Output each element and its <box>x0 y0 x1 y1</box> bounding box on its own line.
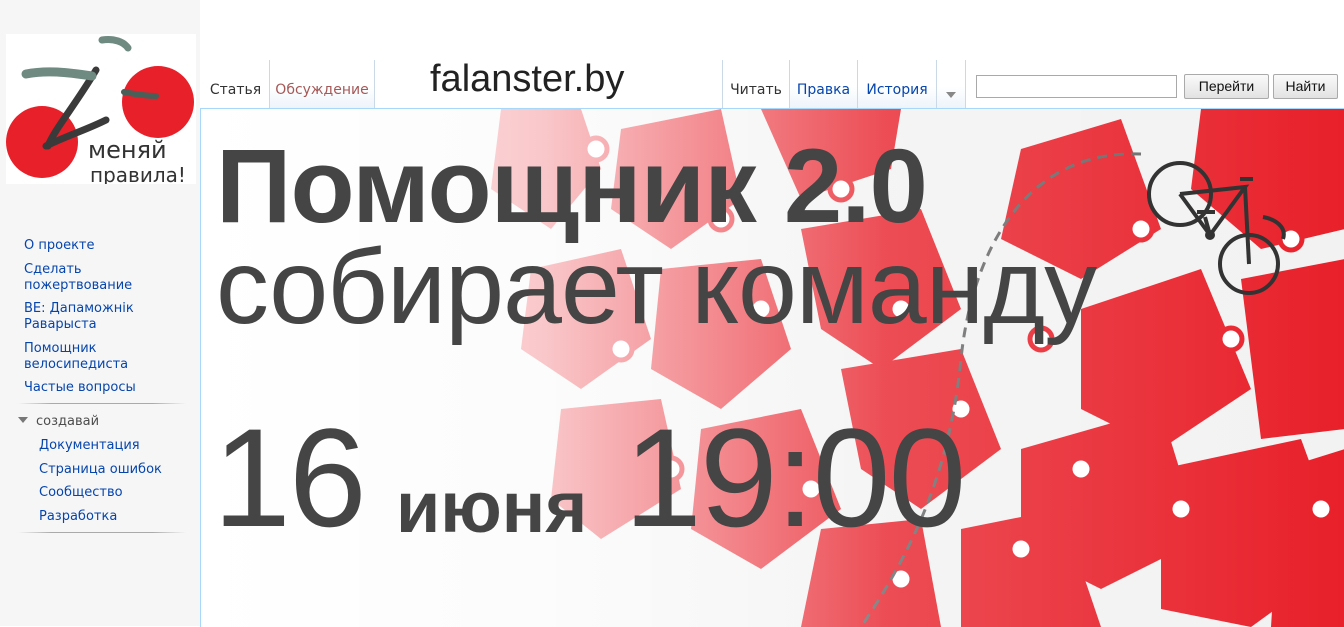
banner-time: 19:00 <box>624 399 966 556</box>
tab-history[interactable]: История <box>858 60 937 108</box>
sidebar-section-label: создавай <box>36 414 100 429</box>
tab-more-dropdown[interactable] <box>937 60 966 108</box>
sidebar-item-about[interactable]: О проекте <box>24 238 95 254</box>
bicycle-icon <box>1147 161 1286 295</box>
logo-graphic: меняй правила! <box>6 36 194 187</box>
tab-history-label: История <box>866 82 928 98</box>
tab-edit-label: Правка <box>796 82 851 98</box>
collapse-triangle-icon <box>18 417 28 423</box>
go-button[interactable]: Перейти <box>1184 74 1269 99</box>
sidebar-section-create[interactable]: создавай <box>18 414 99 429</box>
banner-title-line2: собирает команду <box>216 228 1097 346</box>
site-title[interactable]: falanster.by <box>430 58 624 101</box>
tab-read[interactable]: Читать <box>722 60 789 108</box>
chevron-down-icon <box>946 92 956 98</box>
logo-text-line1: меняй <box>88 136 167 164</box>
tab-discussion[interactable]: Обсуждение <box>269 60 375 108</box>
sidebar-item-be-guide[interactable]: BE: Дапаможнік Раварыста <box>24 301 134 333</box>
sidebar-item-development[interactable]: Разработка <box>39 509 117 525</box>
sidebar-divider <box>18 532 186 533</box>
sidebar-item-community[interactable]: Сообщество <box>39 485 123 501</box>
sidebar-item-cyclist-helper[interactable]: Помощник велосипедиста <box>24 341 128 373</box>
search-button[interactable]: Найти <box>1273 74 1338 99</box>
tab-discussion-label: Обсуждение <box>275 82 369 98</box>
tab-article-label: Статья <box>209 82 262 98</box>
site-logo[interactable]: меняй правила! <box>6 34 196 187</box>
sidebar-item-documentation[interactable]: Документация <box>39 438 140 454</box>
sidebar-divider <box>18 403 186 404</box>
sidebar-item-donate[interactable]: Сделать пожертвование <box>24 262 132 294</box>
banner-date-day: 16 <box>213 399 367 556</box>
tab-edit[interactable]: Правка <box>789 60 858 108</box>
main-content: Помощник 2.0 собирает команду 16 июня 19… <box>200 108 1344 627</box>
logo-text-line2: правила! <box>90 163 186 184</box>
banner-date-month: июня <box>396 468 588 548</box>
tab-article[interactable]: Статья <box>202 60 269 108</box>
sidebar-item-bug-page[interactable]: Страница ошибок <box>39 462 162 478</box>
search-input[interactable] <box>976 75 1177 98</box>
tab-read-label: Читать <box>730 82 782 98</box>
sidebar-item-faq[interactable]: Частые вопросы <box>24 380 136 396</box>
sidebar: меняй правила! О проекте Сделать пожертв… <box>0 0 200 626</box>
